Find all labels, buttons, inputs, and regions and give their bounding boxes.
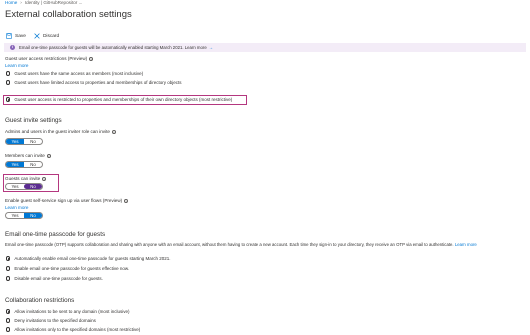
discard-button[interactable]: Discard [34,33,59,39]
admins-invite-toggle[interactable]: Yes No [5,138,43,145]
radio-button-selected[interactable] [6,97,11,102]
info-icon[interactable]: i [46,153,51,159]
guest-access-label: Guest user access restrictions (Preview)… [5,56,94,62]
yes-option[interactable]: Yes [6,162,24,167]
no-option[interactable]: No [24,213,42,218]
collab-option-2[interactable]: Deny invitations to the specified domain… [6,318,96,323]
save-button[interactable]: Save [6,33,26,39]
radio-button-selected[interactable] [6,309,11,314]
breadcrumb-home-link[interactable]: Home [5,0,17,5]
guests-invite-label: Guests can invite i [5,176,47,182]
banner-text[interactable]: Email one-time passcode for guests will … [19,45,207,50]
guest-access-learn-more-link[interactable]: Learn more [5,63,29,68]
yes-option[interactable]: Yes [6,184,24,189]
collab-option-3[interactable]: Allow invitations only to the specified … [6,327,140,332]
toolbar: Save Discard [6,33,59,39]
breadcrumb-tenant-link[interactable]: Identity | GitHubRepositor ... [25,0,83,5]
radio-button[interactable] [6,318,11,323]
yes-option[interactable]: Yes [6,213,24,218]
radio-button[interactable] [6,80,11,85]
info-icon[interactable]: i [42,176,47,182]
info-icon[interactable]: i [124,198,129,204]
self-service-toggle[interactable]: Yes No [5,212,43,219]
no-option[interactable]: No [24,139,42,144]
guest-invite-settings-heading: Guest invite settings [5,117,62,124]
info-icon[interactable]: i [111,129,116,135]
close-icon [34,33,40,39]
page-title: External collaboration settings [5,9,132,20]
banner-arrow-icon[interactable]: → [209,45,213,50]
members-invite-toggle[interactable]: Yes No [5,161,43,168]
discard-label: Discard [42,33,60,39]
otp-description: Email one-time passcode (OTP) supports c… [5,242,477,247]
no-option[interactable]: No [24,162,42,167]
otp-learn-more-link[interactable]: Learn more [455,242,477,247]
collab-heading: Collaboration restrictions [5,297,75,304]
info-banner: i Email one-time passcode for guests wil… [4,43,526,52]
admins-invite-label: Admins and users in the guest inviter ro… [5,129,116,135]
radio-button[interactable] [6,71,11,76]
radio-button-selected[interactable] [6,256,11,261]
otp-option-1[interactable]: Automatically enable email one-time pass… [6,256,170,261]
radio-button[interactable] [6,266,11,271]
guest-access-option-2[interactable]: Guest users have limited access to prope… [6,80,181,85]
radio-button[interactable] [6,276,11,281]
radio-button[interactable] [6,327,11,332]
self-service-signup-label: Enable guest self-service sign up via us… [5,198,129,204]
save-icon [6,33,12,39]
info-icon: i [10,45,15,50]
save-label: Save [15,33,26,39]
otp-option-3[interactable]: Disable email one-time passcode for gues… [6,276,103,281]
otp-option-2[interactable]: Enable email one-time passcode for guest… [6,266,129,271]
self-service-learn-more-link[interactable]: Learn more [5,205,29,210]
breadcrumb-chevron-icon: › [20,0,22,5]
no-option[interactable]: No [24,184,42,189]
otp-heading: Email one-time passcode for guests [5,231,106,238]
yes-option[interactable]: Yes [6,139,24,144]
collab-option-1[interactable]: Allow invitations to be sent to any doma… [6,309,129,314]
guests-invite-toggle[interactable]: Yes No [5,183,43,190]
guest-access-option-1[interactable]: Guest users have the same access as memb… [6,71,143,76]
members-invite-label: Members can invite i [5,153,51,159]
breadcrumb: Home › Identity | GitHubRepositor ... [5,0,82,5]
guest-access-option-3[interactable]: Guest user access is restricted to prope… [6,97,232,102]
info-icon[interactable]: i [89,56,94,62]
